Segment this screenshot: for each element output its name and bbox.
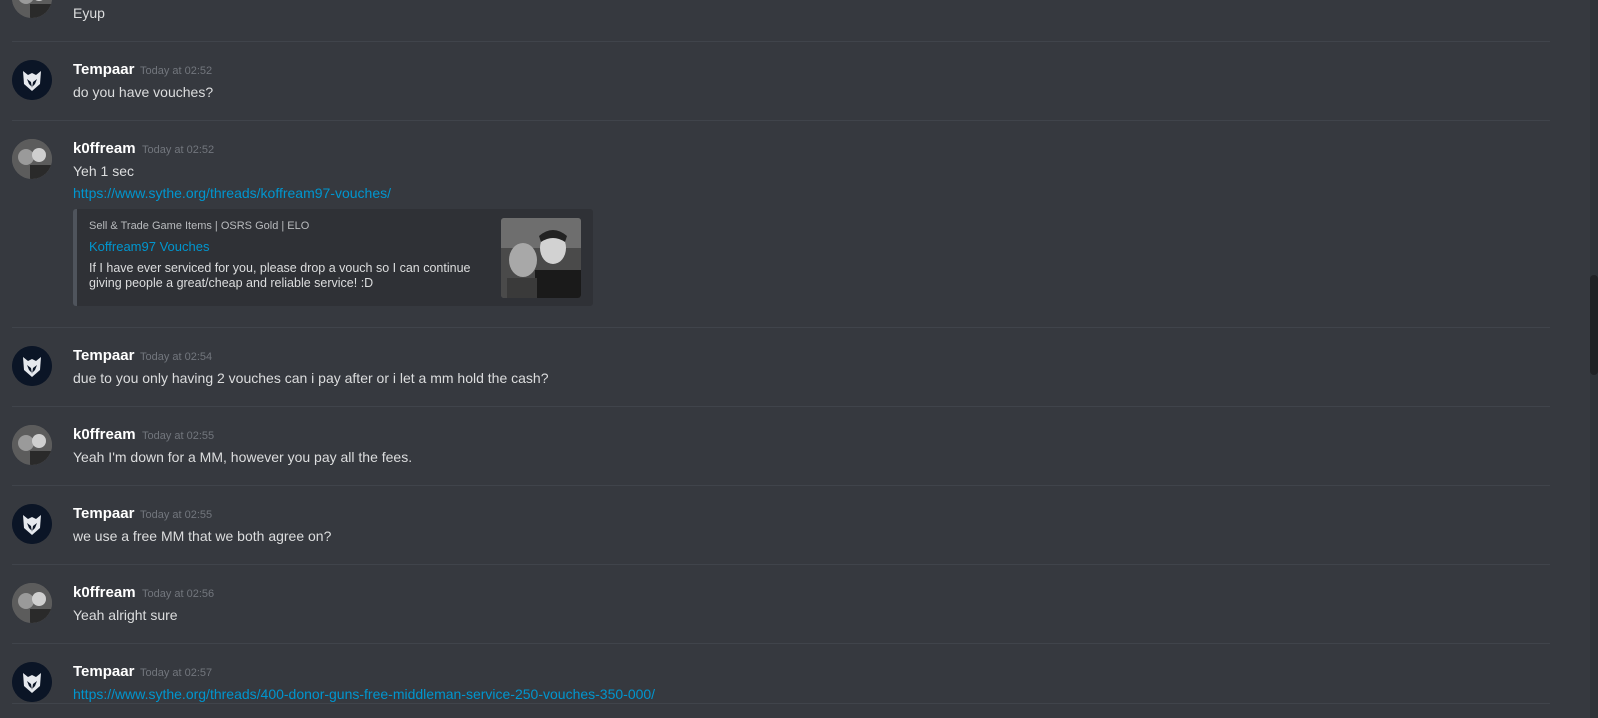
message-divider	[12, 485, 1550, 486]
wolf-logo-icon	[12, 662, 52, 702]
message-link[interactable]: https://www.sythe.org/threads/400-donor-…	[73, 686, 655, 702]
username[interactable]: Tempaar	[73, 347, 134, 364]
username[interactable]: Tempaar	[73, 505, 134, 522]
user-avatar-image	[12, 425, 52, 465]
user-avatar[interactable]	[12, 504, 52, 544]
username[interactable]: k0ffream	[73, 584, 136, 601]
user-avatar-image	[12, 0, 52, 18]
embed-provider: Sell & Trade Game Items | OSRS Gold | EL…	[89, 220, 310, 232]
user-avatar[interactable]	[12, 139, 52, 179]
message-timestamp: Today at 02:55	[142, 430, 215, 442]
embed-title-link[interactable]: Koffream97 Vouches	[89, 239, 209, 254]
user-avatar-image	[12, 139, 52, 179]
message-divider	[12, 703, 1550, 704]
link-embed: Sell & Trade Game Items | OSRS Gold | EL…	[73, 209, 593, 306]
wolf-logo-icon	[12, 504, 52, 544]
user-avatar[interactable]	[12, 583, 52, 623]
message-text: Yeah alright sure	[73, 607, 178, 623]
user-avatar[interactable]	[12, 425, 52, 465]
message-timestamp: Today at 02:52	[142, 144, 215, 156]
username[interactable]: Tempaar	[73, 61, 134, 78]
wolf-logo-icon	[12, 346, 52, 386]
embed-description: If I have ever serviced for you, please …	[89, 261, 471, 290]
wolf-logo-icon	[12, 60, 52, 100]
user-avatar[interactable]	[12, 662, 52, 702]
message-divider	[12, 327, 1550, 328]
embed-thumbnail[interactable]	[501, 218, 581, 298]
message-text: Yeah I'm down for a MM, however you pay …	[73, 449, 413, 465]
message-timestamp: Today at 02:52	[140, 65, 213, 77]
username[interactable]: k0ffream	[73, 426, 136, 443]
user-avatar[interactable]	[12, 346, 52, 386]
user-avatar[interactable]	[12, 0, 52, 18]
message-divider	[12, 406, 1550, 407]
message-divider	[12, 643, 1550, 644]
username[interactable]: Tempaar	[73, 663, 134, 680]
message-text: we use a free MM that we both agree on?	[73, 528, 332, 544]
message-text: Yeh 1 sec	[73, 163, 134, 179]
message-divider	[12, 41, 1550, 42]
message-link[interactable]: https://www.sythe.org/threads/koffream97…	[73, 185, 391, 201]
message-divider	[12, 564, 1550, 565]
user-avatar-image	[12, 583, 52, 623]
message-timestamp: Today at 02:57	[140, 667, 213, 679]
message-timestamp: Today at 02:55	[140, 509, 213, 521]
chat-messages: Eyup Tempaar Today at 02:52 do you have …	[0, 0, 1582, 718]
message-timestamp: Today at 02:56	[142, 588, 215, 600]
username[interactable]: k0ffream	[73, 140, 136, 157]
scrollbar-thumb[interactable]	[1590, 275, 1598, 375]
message-timestamp: Today at 02:54	[140, 351, 213, 363]
message-text: Eyup	[73, 5, 105, 21]
thumbnail-image	[501, 218, 581, 298]
message-text: do you have vouches?	[73, 84, 214, 100]
user-avatar[interactable]	[12, 60, 52, 100]
message-divider	[12, 120, 1550, 121]
message-text: due to you only having 2 vouches can i p…	[73, 370, 549, 386]
